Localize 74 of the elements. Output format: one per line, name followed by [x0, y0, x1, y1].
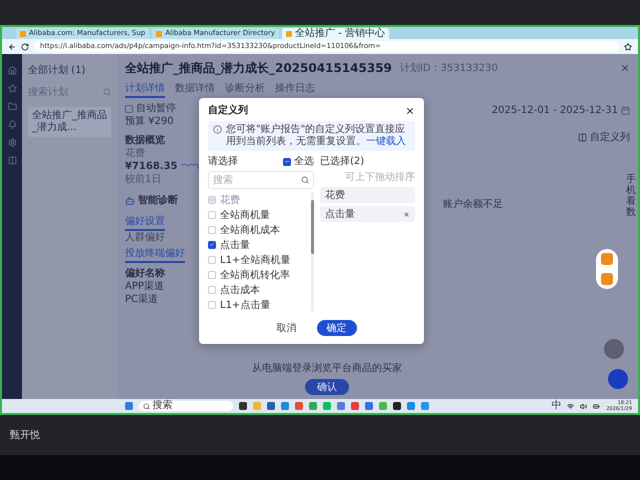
metric-value: ¥7168.35	[125, 160, 178, 173]
column-option[interactable]: 全站商机量	[208, 207, 308, 222]
column-option[interactable]: 全站商机转化率	[208, 267, 308, 282]
plan-id: 计划ID：353133230	[400, 62, 498, 74]
comparison-label: 较前1日	[125, 173, 162, 186]
assistant-orb-icon[interactable]	[608, 369, 628, 389]
ime-indicator[interactable]: 中	[551, 400, 562, 412]
search-icon	[142, 402, 150, 410]
robot-icon	[125, 196, 135, 206]
column-option[interactable]: 点击成本	[208, 282, 308, 297]
option-checkbox[interactable]	[208, 240, 216, 248]
balance-alert-text: 账户余额不足	[443, 198, 503, 211]
start-icon[interactable]	[124, 402, 133, 410]
minus-icon	[284, 158, 290, 165]
overview-title: 数据概览	[125, 134, 166, 147]
battery-icon	[593, 402, 600, 410]
diagnosis-title: 智能诊断	[138, 194, 178, 207]
column-option[interactable]: L1+点击量	[208, 297, 308, 312]
calendar-icon	[621, 106, 630, 115]
taskbar-search-field[interactable]: 搜索	[138, 401, 233, 411]
auto-pause-checkbox[interactable]	[125, 104, 133, 112]
table-cell-text: PC渠道	[125, 293, 160, 306]
browser-tab[interactable]: 全站推广 - 营销中心	[282, 28, 389, 39]
participant-name: 甄开悦	[10, 428, 40, 442]
load-link[interactable]: 一键载入	[366, 136, 406, 147]
select-all-label: 全选	[294, 155, 314, 168]
select-all-checkbox[interactable]	[283, 158, 291, 166]
sort-hint: 可上下拖动排序	[345, 171, 415, 184]
columns-icon	[578, 133, 587, 142]
nav-rail-icon[interactable]	[8, 120, 16, 129]
nav-rail-icon[interactable]	[8, 138, 16, 147]
nav-rail-icon[interactable]	[8, 156, 16, 165]
column-option[interactable]: 点击量	[208, 237, 308, 252]
column-header: 偏好名称	[125, 267, 166, 280]
select-label: 请选择	[208, 155, 238, 168]
tab-favicon-icon	[156, 30, 162, 36]
star-icon[interactable]	[624, 42, 632, 50]
remove-icon[interactable]	[403, 210, 410, 218]
avatar-circle[interactable]	[604, 339, 624, 359]
selected-column[interactable]: 花费	[320, 187, 415, 203]
search-icon	[301, 176, 309, 184]
budget-label: 预算 ¥290	[125, 115, 175, 128]
phone-view-label[interactable]: 手机看数	[626, 174, 636, 218]
column-option[interactable]: L1+全站商机量	[208, 252, 308, 267]
nav-rail-icon[interactable]	[8, 102, 16, 111]
confirm-button[interactable]: 确认	[305, 379, 349, 395]
close-icon[interactable]	[405, 106, 415, 116]
plan-list-item[interactable]: 全站推广_推商品_潜力成...	[28, 107, 111, 137]
campaign-title: 全站推广_推商品_潜力成长_20250415145359	[125, 60, 392, 76]
plan-selector[interactable]: 全部计划 (1)	[28, 64, 111, 77]
selected-column[interactable]: 点击量	[320, 206, 415, 222]
floating-widget[interactable]	[596, 249, 618, 289]
auto-pause-label: 自动暂停	[136, 102, 176, 115]
cancel-button[interactable]: 取消	[266, 320, 306, 336]
metric-label: 花费	[125, 147, 146, 160]
table-cell-text: APP渠道	[125, 280, 165, 293]
nav-rail-icon[interactable]	[8, 66, 16, 75]
table-cell: 从电脑端登录浏览平台商品的买家	[252, 362, 402, 375]
selected-count: 已选择(2)	[320, 155, 364, 168]
volume-icon	[580, 402, 588, 410]
reload-icon[interactable]	[21, 42, 29, 50]
column-option[interactable]: 全站商机成本	[208, 222, 308, 237]
tab-favicon-icon	[286, 30, 292, 36]
search-icon[interactable]	[103, 88, 111, 96]
nav-rail-icon[interactable]	[8, 84, 16, 93]
custom-columns-link[interactable]: 自定义列	[590, 131, 630, 144]
dialog-title: 自定义列	[208, 104, 248, 117]
back-icon[interactable]	[8, 42, 16, 50]
ok-button[interactable]: 确定	[316, 320, 356, 336]
info-text: 您可将"账户报告"的自定义列设置直接应用到当前列表，无需重复设置。一键载入	[226, 124, 407, 148]
info-icon	[213, 125, 222, 134]
wifi-icon	[567, 402, 574, 410]
date-range[interactable]: 2025-12-01 - 2025-12-31	[492, 104, 618, 117]
tab-favicon-icon	[20, 30, 26, 36]
